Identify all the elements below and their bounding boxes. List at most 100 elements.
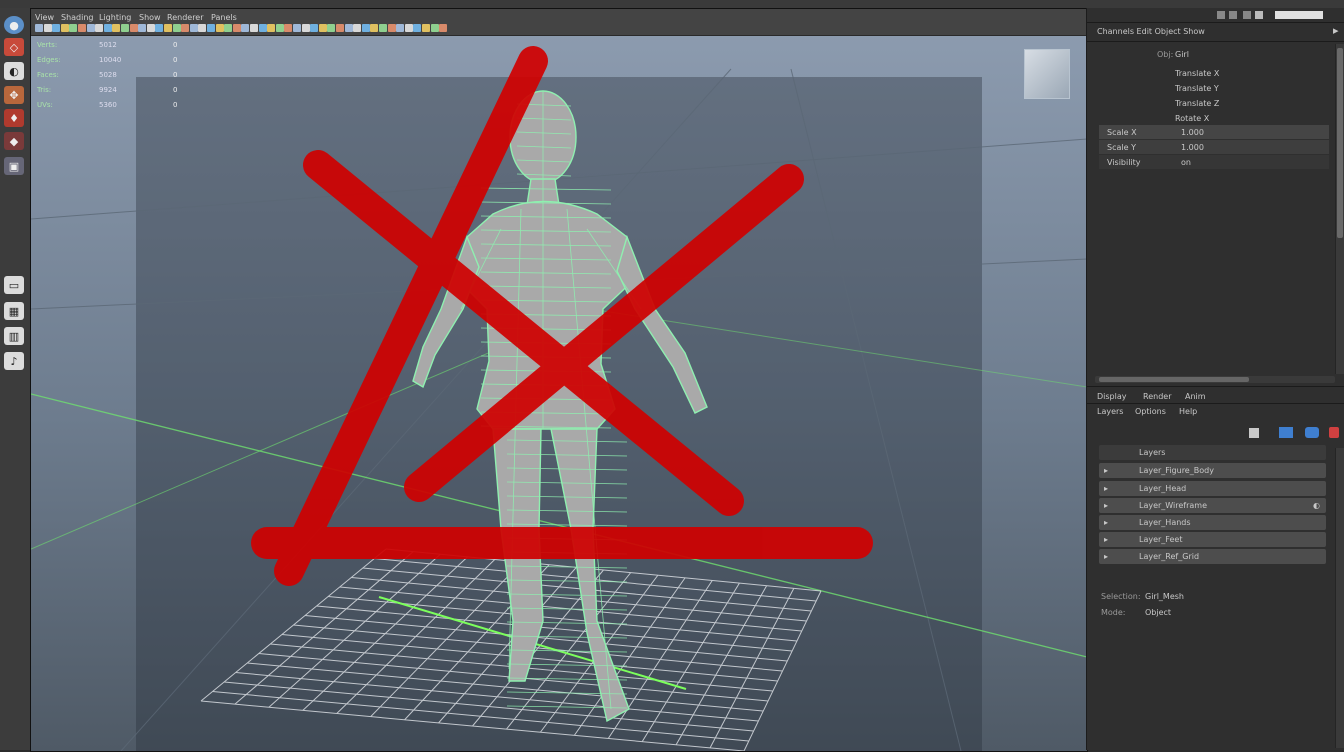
rotate-tool-icon[interactable]: ♦ — [4, 109, 24, 127]
hud-label: Verts: — [37, 41, 58, 49]
layer-item[interactable]: ▸ Layer_Ref_Grid — [1099, 549, 1326, 564]
hud-extra: 0 — [173, 86, 178, 94]
layout-split-icon[interactable]: ▥ — [4, 327, 24, 345]
layer-visibility-icon: ▸ — [1104, 466, 1109, 475]
layer-visibility-icon: ▸ — [1104, 535, 1109, 544]
paint-select-tool-icon[interactable]: ◐ — [4, 62, 24, 80]
channel-name: Scale Y — [1107, 143, 1136, 152]
channel-value: 1.000 — [1181, 128, 1204, 137]
layer-item[interactable]: ▸ Layer_Wireframe ◐ — [1099, 498, 1326, 513]
hud-label: Faces: — [37, 71, 59, 79]
select-tool-icon[interactable]: ● — [4, 16, 24, 34]
footer-value: Girl_Mesh — [1145, 592, 1184, 601]
layer-item[interactable]: ▸ Layer_Head — [1099, 481, 1326, 496]
horizontal-scrollbar[interactable] — [1095, 376, 1335, 383]
panel-divider — [1087, 22, 1344, 23]
last-tool-icon[interactable]: ▣ — [4, 157, 24, 175]
layer-visibility-icon: ▸ — [1104, 552, 1109, 561]
channel-box-menu[interactable]: Channels Edit Object Show — [1097, 27, 1205, 36]
channel-name: Scale X — [1107, 128, 1137, 137]
attribute-name[interactable]: Translate Y — [1175, 84, 1219, 93]
scene-canvas — [31, 46, 1087, 751]
layer-name: Layer_Figure_Body — [1139, 466, 1214, 475]
layer-name: Layer_Feet — [1139, 535, 1183, 544]
scrollbar-thumb[interactable] — [1337, 48, 1343, 238]
channel-row[interactable]: Visibility on — [1099, 155, 1329, 169]
layer-visibility-icon: ▸ — [1104, 501, 1109, 510]
layer-name: Layer_Head — [1139, 484, 1187, 493]
folder-icon[interactable] — [1279, 427, 1293, 438]
layer-menu-options[interactable]: Options — [1135, 407, 1166, 416]
toggle-icon[interactable] — [1255, 11, 1263, 19]
channel-box-scrollbar[interactable] — [1335, 44, 1344, 374]
hud-label: Tris: — [37, 86, 52, 94]
hud-value: 5360 — [99, 101, 117, 109]
toggle-icon[interactable] — [1243, 11, 1251, 19]
channel-value: 1.000 — [1181, 143, 1204, 152]
expand-arrow-icon[interactable]: ▸ — [1333, 24, 1339, 37]
attribute-name[interactable]: Translate X — [1175, 69, 1219, 78]
hud-label: UVs: — [37, 101, 53, 109]
layer-name: Layer_Hands — [1139, 518, 1191, 527]
layer-header-row: Layers — [1099, 445, 1326, 460]
hud-value: 9924 — [99, 86, 117, 94]
outliner-icon[interactable]: ♪ — [4, 352, 24, 370]
channel-row[interactable]: Scale Y 1.000 — [1099, 140, 1329, 154]
attribute-name[interactable]: Rotate X — [1175, 114, 1209, 123]
panel-divider — [1087, 41, 1344, 42]
hud-row: Tris: 9924 0 — [37, 86, 207, 98]
hud-row: UVs: 5360 0 — [37, 101, 207, 113]
channel-value: on — [1181, 158, 1191, 167]
layer-menu-help[interactable]: Help — [1179, 407, 1197, 416]
scrollbar-thumb[interactable] — [1099, 377, 1249, 382]
layer-tab-render[interactable]: Render — [1143, 392, 1171, 401]
hud-label: Edges: — [37, 56, 61, 64]
hud-extra: 0 — [173, 41, 178, 49]
hud-row: Faces: 5028 0 — [37, 71, 207, 83]
channel-box-panel: Channels Edit Object Show ▸ Obj: Girl Tr… — [1086, 8, 1344, 750]
hud-value: 10040 — [99, 56, 122, 64]
layer-scrollbar[interactable] — [1335, 448, 1344, 748]
panel-divider — [1087, 403, 1344, 404]
scale-tool-icon[interactable]: ◆ — [4, 132, 24, 150]
layout-four-icon[interactable]: ▦ — [4, 302, 24, 320]
layer-name: Layer_Wireframe — [1139, 501, 1208, 510]
toggle-icon[interactable] — [1217, 11, 1225, 19]
panel-toggle-icons — [1217, 10, 1327, 20]
3d-viewport[interactable]: View Shading Lighting Show Renderer Pane… — [30, 8, 1088, 752]
layer-tab-anim[interactable]: Anim — [1185, 392, 1206, 401]
assign-layer-icon[interactable] — [1305, 427, 1319, 438]
layer-header: Layers — [1139, 448, 1166, 457]
layer-item[interactable]: ▸ Layer_Feet — [1099, 532, 1326, 547]
toggle-icon[interactable] — [1229, 11, 1237, 19]
layer-tab-display[interactable]: Display — [1097, 392, 1127, 401]
tool-box: ● ◇ ◐ ✥ ♦ ◆ ▣ ▭ ▦ ▥ ♪ — [0, 8, 31, 750]
layout-single-icon[interactable]: ▭ — [4, 276, 24, 294]
channel-name: Visibility — [1107, 158, 1141, 167]
delete-layer-icon[interactable] — [1329, 427, 1339, 438]
hud-extra: 0 — [173, 101, 178, 109]
search-field[interactable] — [1275, 11, 1323, 19]
object-label: Obj: — [1157, 50, 1174, 59]
layer-visibility-icon: ▸ — [1104, 518, 1109, 527]
layer-visibility-icon: ▸ — [1104, 484, 1109, 493]
footer-label: Mode: — [1101, 608, 1126, 617]
layer-name: Layer_Ref_Grid — [1139, 552, 1200, 561]
lasso-tool-icon[interactable]: ◇ — [4, 38, 24, 56]
footer-value: Object — [1145, 608, 1172, 617]
layer-menu-layers[interactable]: Layers — [1097, 407, 1123, 416]
layer-item[interactable]: ▸ Layer_Hands — [1099, 515, 1326, 530]
hud-extra: 0 — [173, 56, 178, 64]
hud-extra: 0 — [173, 71, 178, 79]
panel-divider — [1087, 386, 1344, 387]
object-name[interactable]: Girl — [1175, 50, 1189, 59]
new-layer-icon[interactable] — [1249, 428, 1259, 438]
footer-label: Selection: — [1101, 592, 1141, 601]
move-tool-icon[interactable]: ✥ — [4, 86, 24, 104]
hud-row: Edges: 10040 0 — [37, 56, 207, 68]
hud-value: 5012 — [99, 41, 117, 49]
attribute-name[interactable]: Translate Z — [1175, 99, 1219, 108]
channel-row[interactable]: Scale X 1.000 — [1099, 125, 1329, 139]
layer-playback-icon: ◐ — [1313, 501, 1320, 510]
layer-item[interactable]: ▸ Layer_Figure_Body — [1099, 463, 1326, 478]
